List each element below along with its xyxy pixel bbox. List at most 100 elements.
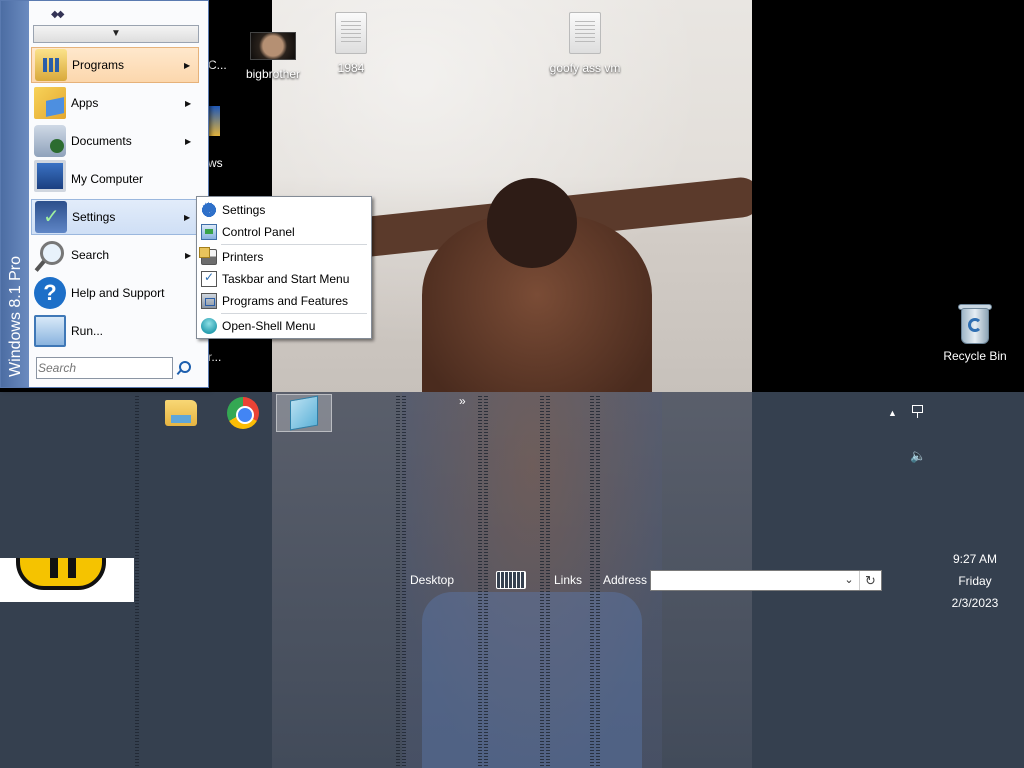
submenu-arrow-icon: ▶ [185, 136, 192, 146]
submenu-item-printers[interactable]: Printers [199, 246, 369, 267]
clock-date[interactable]: 2/3/2023 [935, 596, 1015, 610]
links-toolbar-label[interactable]: Links [554, 573, 582, 587]
toolbar-grip[interactable] [396, 396, 400, 768]
menu-item-label: Help and Support [71, 286, 165, 300]
menu-item-help-and-support[interactable]: ? Help and Support [31, 275, 199, 311]
menu-item-label: My Computer [71, 172, 144, 186]
open-shell-icon [201, 317, 217, 334]
yellow-creature-image [16, 558, 106, 590]
desktop-icon-1984[interactable]: 1984 [311, 12, 391, 75]
submenu-item-open-shell-menu[interactable]: Open-Shell Menu [199, 315, 369, 336]
clock-day[interactable]: Friday [935, 574, 1015, 588]
toolbar-grip[interactable] [546, 396, 550, 768]
start-search-box[interactable] [36, 357, 173, 379]
partial-label-ws-text: ws [208, 156, 223, 170]
chrome-icon [227, 397, 259, 429]
address-bar[interactable]: ⌄ ↻ [650, 570, 882, 591]
refresh-icon[interactable]: ↻ [859, 571, 881, 590]
menu-item-my-computer[interactable]: My Computer [31, 160, 199, 197]
desktop-icon-label: Recycle Bin [943, 349, 1007, 363]
partial-label-c-text: C... [208, 58, 227, 72]
partial-desktop-label-c[interactable]: C... [208, 58, 232, 76]
menu-item-programs[interactable]: Programs ▶ [31, 47, 199, 83]
text-document-icon [569, 12, 601, 54]
settings-submenu[interactable]: Settings Control Panel Printers Taskbar … [196, 196, 372, 339]
toolbar-grip[interactable] [596, 396, 600, 768]
pinned-widget-thumbnail[interactable] [0, 558, 134, 602]
search-button-icon[interactable] [175, 359, 193, 377]
menu-item-label: Run... [71, 324, 104, 338]
toolbar-grip[interactable] [478, 396, 482, 768]
text-document-icon [335, 12, 367, 54]
taskbar-file-explorer-button[interactable] [153, 394, 209, 432]
desktop-icon-goofy-ass-vm[interactable]: goofy ass vm [545, 12, 625, 75]
menu-item-label: Programs [72, 58, 125, 72]
taskbar-icon [201, 270, 217, 287]
menu-item-settings[interactable]: Settings ▶ [31, 199, 199, 235]
toolbar-grip[interactable] [590, 396, 594, 768]
address-dropdown-icon[interactable]: ⌄ [841, 571, 857, 590]
submenu-item-label: Printers [222, 249, 264, 264]
wallpaper-ghost-lower [422, 592, 642, 768]
submenu-item-programs-and-features[interactable]: Programs and Features [199, 290, 369, 311]
show-hidden-icons-arrow[interactable]: ▲ [888, 408, 897, 418]
clock-time[interactable]: 9:27 AM [935, 552, 1015, 566]
gear-icon [201, 199, 217, 220]
menu-item-run[interactable]: Run... [31, 313, 199, 349]
start-menu-header-dropdown[interactable]: ▼ [33, 25, 199, 43]
toolbar-grip[interactable] [402, 396, 406, 768]
menu-item-label: Apps [71, 96, 99, 110]
control-panel-icon [201, 223, 217, 240]
desktop-icon-recycle-bin[interactable]: Recycle Bin [935, 302, 1015, 363]
desktop-icon-label: goofy ass vm [549, 61, 621, 75]
menu-item-documents[interactable]: Documents ▶ [31, 123, 199, 159]
desktop-toolbar-label[interactable]: Desktop [410, 573, 454, 587]
submenu-item-settings[interactable]: Settings [199, 199, 369, 220]
submenu-item-label: Control Panel [222, 224, 295, 239]
notepad-icon [290, 395, 318, 431]
submenu-arrow-icon: ▶ [185, 98, 192, 108]
settings-icon [35, 201, 67, 233]
address-input[interactable] [653, 572, 839, 589]
submenu-item-label: Taskbar and Start Menu [222, 271, 350, 286]
start-search-input[interactable] [38, 359, 171, 377]
submenu-item-label: Open-Shell Menu [222, 318, 316, 333]
start-menu[interactable]: Windows 8.1 Pro ◆◆ ▼ Programs ▶ Apps ▶ D… [0, 0, 209, 388]
desktop-icon-label: 1984 [337, 61, 365, 75]
submenu-item-label: Settings [222, 202, 266, 217]
search-icon [34, 239, 66, 271]
computer-icon [34, 160, 66, 192]
run-icon [34, 315, 66, 347]
desktop-icon-label: bigbrother [245, 67, 301, 81]
taskbar[interactable]: » Desktop Links Address ⌄ ↻ ▲ 🔈 9:27 AM … [0, 392, 1024, 768]
network-icon[interactable] [909, 405, 925, 419]
diamond-icon: ◆◆ [51, 9, 64, 20]
programs-features-icon [201, 292, 217, 309]
toolbar-grip[interactable] [540, 396, 544, 768]
submenu-item-taskbar-and-start-menu[interactable]: Taskbar and Start Menu [199, 268, 369, 289]
submenu-arrow-icon: ▶ [184, 60, 191, 70]
toolbar-grip[interactable] [484, 396, 488, 768]
desktop-icon-bigbrother[interactable]: bigbrother [233, 24, 313, 81]
documents-icon [34, 125, 66, 157]
menu-item-label: Documents [71, 134, 132, 148]
printer-icon [199, 246, 217, 265]
windows-edition-label: Windows 8.1 Pro [7, 256, 24, 377]
menu-item-label: Search [71, 248, 110, 262]
submenu-separator [221, 313, 367, 314]
recycle-bin-icon [957, 302, 993, 346]
toolbar-grip[interactable] [135, 396, 139, 768]
submenu-item-control-panel[interactable]: Control Panel [199, 221, 369, 242]
address-toolbar-label: Address [603, 573, 648, 587]
menu-item-apps[interactable]: Apps ▶ [31, 85, 199, 121]
partial-desktop-label-ws[interactable]: ws [208, 156, 232, 174]
taskbar-notepad-button[interactable] [276, 394, 332, 432]
apps-icon [34, 87, 66, 119]
volume-icon[interactable]: 🔈 [910, 448, 926, 464]
menu-item-search[interactable]: Search ▶ [31, 237, 199, 273]
touch-keyboard-icon[interactable] [496, 571, 526, 589]
taskbar-chrome-button[interactable] [215, 394, 271, 432]
start-menu-banner: Windows 8.1 Pro [1, 1, 29, 387]
toolbar-overflow-chevron[interactable]: » [459, 394, 466, 408]
menu-item-label: Settings [72, 210, 116, 224]
